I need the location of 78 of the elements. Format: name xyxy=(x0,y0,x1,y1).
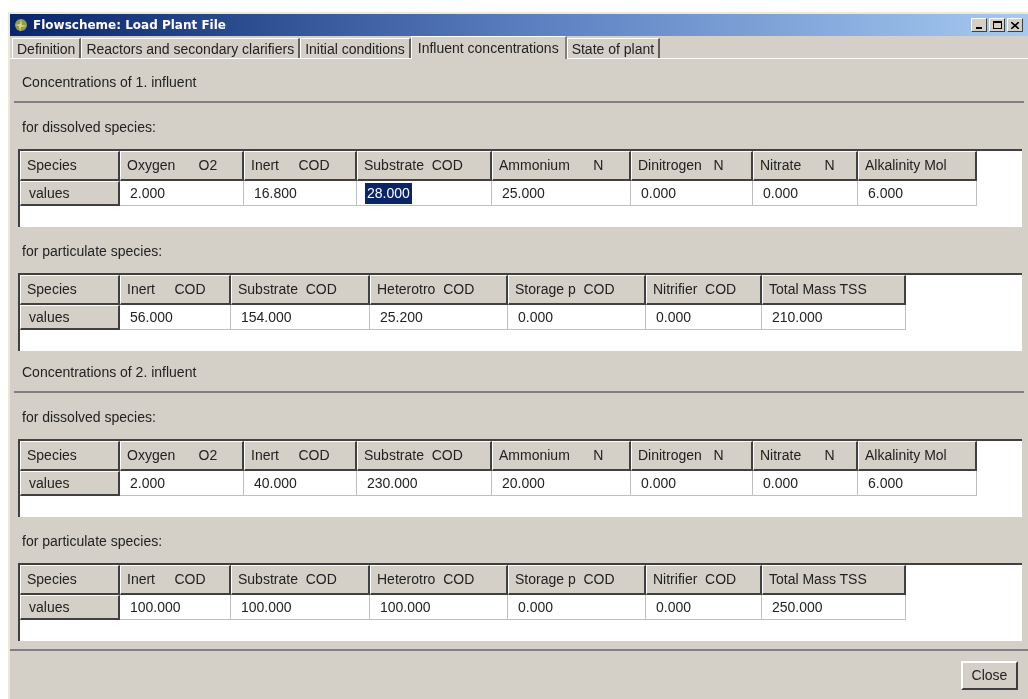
group-label: for dissolved species: xyxy=(22,407,156,427)
group-label: for dissolved species: xyxy=(22,117,156,137)
column-header: Species xyxy=(20,275,120,305)
table-cell[interactable]: 0.000 xyxy=(639,182,679,204)
close-button[interactable]: Close xyxy=(961,660,1018,690)
table-cell[interactable]: 28.000 xyxy=(365,182,412,204)
column-header: Substrate COD xyxy=(231,565,370,595)
column-header: Storage p COD xyxy=(508,275,646,305)
column-header: Alkalinity Mol xyxy=(858,151,977,181)
column-header: Oxygen O2 xyxy=(120,151,244,181)
column-header: Total Mass TSS xyxy=(762,565,906,595)
row-header: values xyxy=(20,471,120,496)
window-title: Flowscheme: Load Plant File xyxy=(33,17,227,34)
table-cell[interactable]: 2.000 xyxy=(128,472,168,494)
column-header: Nitrifier COD xyxy=(646,565,762,595)
table-cell[interactable]: 100.000 xyxy=(239,596,294,618)
column-header: Nitrifier COD xyxy=(646,275,762,305)
row-header: values xyxy=(20,305,120,330)
minimize-button[interactable] xyxy=(971,18,987,32)
table-cell[interactable]: 25.000 xyxy=(500,182,547,204)
column-header: Inert COD xyxy=(120,565,231,595)
table-cell[interactable]: 56.000 xyxy=(128,306,175,328)
tab[interactable]: State of plant xyxy=(566,38,661,58)
table-cell[interactable]: 154.000 xyxy=(239,306,294,328)
table-cell[interactable]: 0.000 xyxy=(639,472,679,494)
table-cell[interactable]: 6.000 xyxy=(866,472,906,494)
table-cell[interactable]: 0.000 xyxy=(516,596,556,618)
section-title: Concentrations of 2. influent xyxy=(22,362,197,382)
table-cell[interactable]: 0.000 xyxy=(761,472,801,494)
group-label: for particulate species: xyxy=(22,531,163,551)
tab[interactable]: Definition xyxy=(12,38,82,58)
column-header: Dinitrogen N xyxy=(631,151,753,181)
table-cell[interactable]: 0.000 xyxy=(654,306,694,328)
column-header: Total Mass TSS xyxy=(762,275,906,305)
column-header: Nitrate N xyxy=(753,151,858,181)
close-button[interactable] xyxy=(1007,18,1023,32)
table-cell[interactable]: 2.000 xyxy=(128,182,168,204)
plant-icon xyxy=(13,17,29,33)
column-header: Substrate COD xyxy=(357,441,492,471)
table-cell[interactable]: 25.200 xyxy=(378,306,425,328)
table-cell[interactable]: 210.000 xyxy=(770,306,825,328)
column-header: Dinitrogen N xyxy=(631,441,753,471)
column-header: Species xyxy=(20,565,120,595)
column-header: Alkalinity Mol xyxy=(858,441,977,471)
row-header: values xyxy=(20,595,120,620)
column-header: Heterotro COD xyxy=(370,275,508,305)
table-cell[interactable]: 6.000 xyxy=(866,182,906,204)
table-cell[interactable]: 230.000 xyxy=(365,472,420,494)
column-header: Inert COD xyxy=(244,441,357,471)
group-label: for particulate species: xyxy=(22,241,163,261)
table-cell[interactable]: 40.000 xyxy=(252,472,299,494)
tab[interactable]: Influent concentrations xyxy=(410,36,567,59)
column-header: Substrate COD xyxy=(231,275,370,305)
column-header: Species xyxy=(20,151,120,181)
column-header: Inert COD xyxy=(120,275,231,305)
column-header: Species xyxy=(20,441,120,471)
close-icon xyxy=(1011,21,1019,29)
table-cell[interactable]: 20.000 xyxy=(500,472,547,494)
column-header: Oxygen O2 xyxy=(120,441,244,471)
table-cell[interactable]: 100.000 xyxy=(128,596,183,618)
maximize-button[interactable] xyxy=(989,18,1005,32)
column-header: Storage p COD xyxy=(508,565,646,595)
table-cell[interactable]: 250.000 xyxy=(770,596,825,618)
tab[interactable]: Reactors and secondary clarifiers xyxy=(81,38,301,58)
column-header: Substrate COD xyxy=(357,151,492,181)
tab[interactable]: Initial conditions xyxy=(300,38,411,58)
section-title: Concentrations of 1. influent xyxy=(22,72,197,92)
table-cell[interactable]: 100.000 xyxy=(378,596,433,618)
column-header: Ammonium N xyxy=(492,441,631,471)
table-cell[interactable]: 0.000 xyxy=(654,596,694,618)
table-cell[interactable]: 0.000 xyxy=(761,182,801,204)
column-header: Heterotro COD xyxy=(370,565,508,595)
row-header: values xyxy=(20,181,120,206)
column-header: Ammonium N xyxy=(492,151,631,181)
column-header: Nitrate N xyxy=(753,441,858,471)
table-cell[interactable]: 16.800 xyxy=(252,182,299,204)
column-header: Inert COD xyxy=(244,151,357,181)
table-cell[interactable]: 0.000 xyxy=(516,306,556,328)
